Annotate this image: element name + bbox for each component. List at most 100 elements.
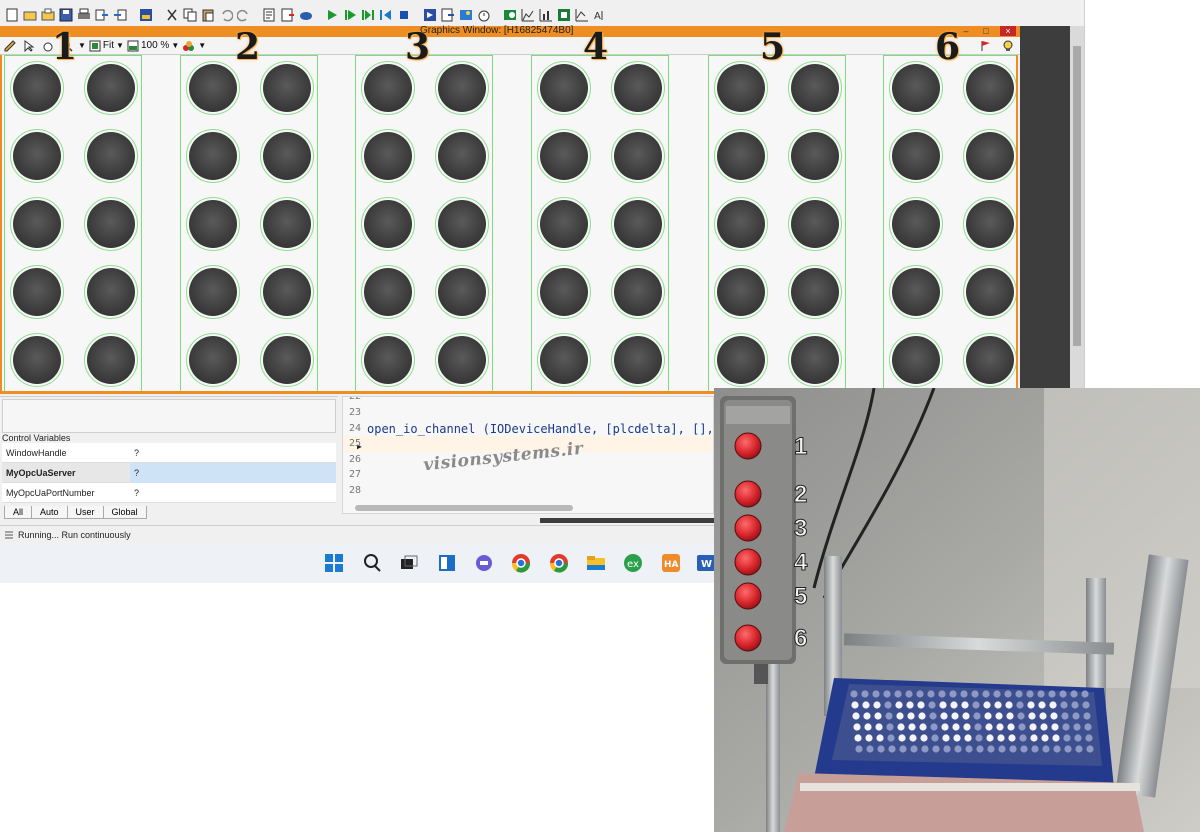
tray-hole (906, 701, 914, 709)
tray-hole (952, 723, 960, 731)
color-dropdown[interactable]: ▼ (182, 38, 206, 54)
tray-hole (1053, 745, 1061, 753)
well-circle (186, 265, 240, 319)
scrollbar-thumb[interactable] (1073, 46, 1081, 346)
graphics-canvas[interactable] (0, 55, 1018, 391)
code-line[interactable]: 24 open_io_channel (IODeviceHandle, [plc… (343, 421, 714, 437)
tab-global[interactable]: Global (102, 506, 147, 519)
red-button-5 (734, 582, 762, 610)
profiler-icon[interactable] (476, 7, 492, 23)
flag-icon[interactable] (978, 38, 994, 54)
code-line[interactable]: 22 (343, 397, 713, 405)
save-icon[interactable] (58, 7, 74, 23)
tray-hole (984, 712, 992, 720)
tray-hole (886, 723, 894, 731)
graphics-window-titlebar[interactable]: Graphics Window: [H16825474B0] – □ × (0, 25, 1020, 37)
lightbulb-icon[interactable] (1000, 38, 1016, 54)
maximize-button[interactable]: □ (980, 26, 992, 36)
windows-start-icon[interactable] (323, 552, 345, 574)
undo-icon[interactable] (218, 7, 234, 23)
code-line[interactable]: 23 (343, 405, 713, 421)
tray-hole (873, 701, 881, 709)
pencil-icon[interactable] (2, 38, 18, 54)
minimize-button[interactable]: – (960, 26, 972, 36)
panel-splitter[interactable] (540, 518, 716, 523)
copy-icon[interactable] (182, 7, 198, 23)
well-circle (361, 129, 415, 183)
cut-icon[interactable] (164, 7, 180, 23)
code-line[interactable]: 27 (343, 467, 713, 483)
assistant-icon[interactable] (298, 7, 314, 23)
close-button[interactable]: × (1000, 26, 1016, 36)
line-number: 27 (349, 469, 362, 480)
tray-hole (1084, 723, 1092, 731)
tray-hole (905, 690, 913, 698)
gray-histogram-icon[interactable] (520, 7, 536, 23)
chevron-down-icon[interactable]: ▼ (78, 41, 86, 50)
run-icon[interactable] (324, 7, 340, 23)
run-until-icon[interactable] (342, 7, 358, 23)
ocr-icon[interactable]: A (592, 7, 608, 23)
excel-icon[interactable]: ex (622, 552, 644, 574)
line-profile-icon[interactable] (538, 7, 554, 23)
region-info-icon[interactable] (556, 7, 572, 23)
tab-all[interactable]: All (4, 506, 33, 519)
well-fill (263, 132, 311, 180)
well-circle (889, 265, 943, 319)
table-row[interactable]: MyOpcUaServer ? (2, 462, 336, 483)
step-back-icon[interactable] (378, 7, 394, 23)
export-icon[interactable] (94, 7, 110, 23)
tray-hole (1026, 690, 1034, 698)
tray-hole (908, 723, 916, 731)
activate-line-icon[interactable] (280, 7, 296, 23)
program-editor[interactable]: 22 23 24 open_io_channel (IODeviceHandle… (342, 396, 714, 514)
new-file-icon[interactable] (4, 7, 20, 23)
chat-icon[interactable] (473, 552, 495, 574)
reset-program-icon[interactable] (440, 7, 456, 23)
feature-histogram-icon[interactable] (574, 7, 590, 23)
iconic-variables-area (2, 399, 336, 433)
tray-hole (855, 745, 863, 753)
ha-icon[interactable]: HA (660, 552, 682, 574)
tab-auto[interactable]: Auto (31, 506, 68, 519)
well-circle (84, 265, 138, 319)
search-icon[interactable] (361, 552, 383, 574)
horizontal-scrollbar[interactable] (355, 505, 573, 511)
open-recent-icon[interactable] (40, 7, 56, 23)
tray-hole (1019, 734, 1027, 742)
redo-icon[interactable] (236, 7, 252, 23)
step-over-icon[interactable] (360, 7, 376, 23)
program-icon[interactable] (138, 7, 154, 23)
tab-user[interactable]: User (66, 506, 104, 519)
image-window-icon[interactable] (458, 7, 474, 23)
chrome-alt-icon[interactable] (548, 552, 570, 574)
tray-hole (931, 734, 939, 742)
table-row[interactable]: MyOpcUaPortNumber ? (2, 483, 336, 503)
edit-line-icon[interactable] (262, 7, 278, 23)
control-variables-table: WindowHandle ? MyOpcUaServer ? MyOpcUaPo… (2, 443, 336, 503)
zoom-percent-dropdown[interactable]: 100 % ▼ (127, 38, 179, 54)
open-icon[interactable] (22, 7, 38, 23)
stop-icon[interactable] (396, 7, 412, 23)
file-explorer-icon[interactable] (585, 552, 607, 574)
hardware-photo: 1 2 3 4 5 6 (714, 388, 1200, 832)
print-icon[interactable] (76, 7, 92, 23)
tray-hole (949, 690, 957, 698)
code-line[interactable]: 28 (343, 483, 713, 499)
well-fill (966, 336, 1014, 384)
tray-hole (928, 701, 936, 709)
well-fill (540, 200, 588, 248)
paste-icon[interactable] (200, 7, 216, 23)
tray-hole (950, 701, 958, 709)
widgets-icon[interactable] (436, 552, 458, 574)
task-view-icon[interactable] (398, 552, 420, 574)
chrome-icon[interactable] (510, 552, 532, 574)
pointer-icon[interactable] (21, 38, 37, 54)
reset-icon[interactable] (422, 7, 438, 23)
import-icon[interactable] (112, 7, 128, 23)
tray-hole (962, 712, 970, 720)
well-fill (263, 268, 311, 316)
zoom-window-icon[interactable] (502, 7, 518, 23)
zoom-mode-dropdown[interactable]: Fit ▼ (89, 38, 124, 54)
table-row[interactable]: WindowHandle ? (2, 443, 336, 463)
